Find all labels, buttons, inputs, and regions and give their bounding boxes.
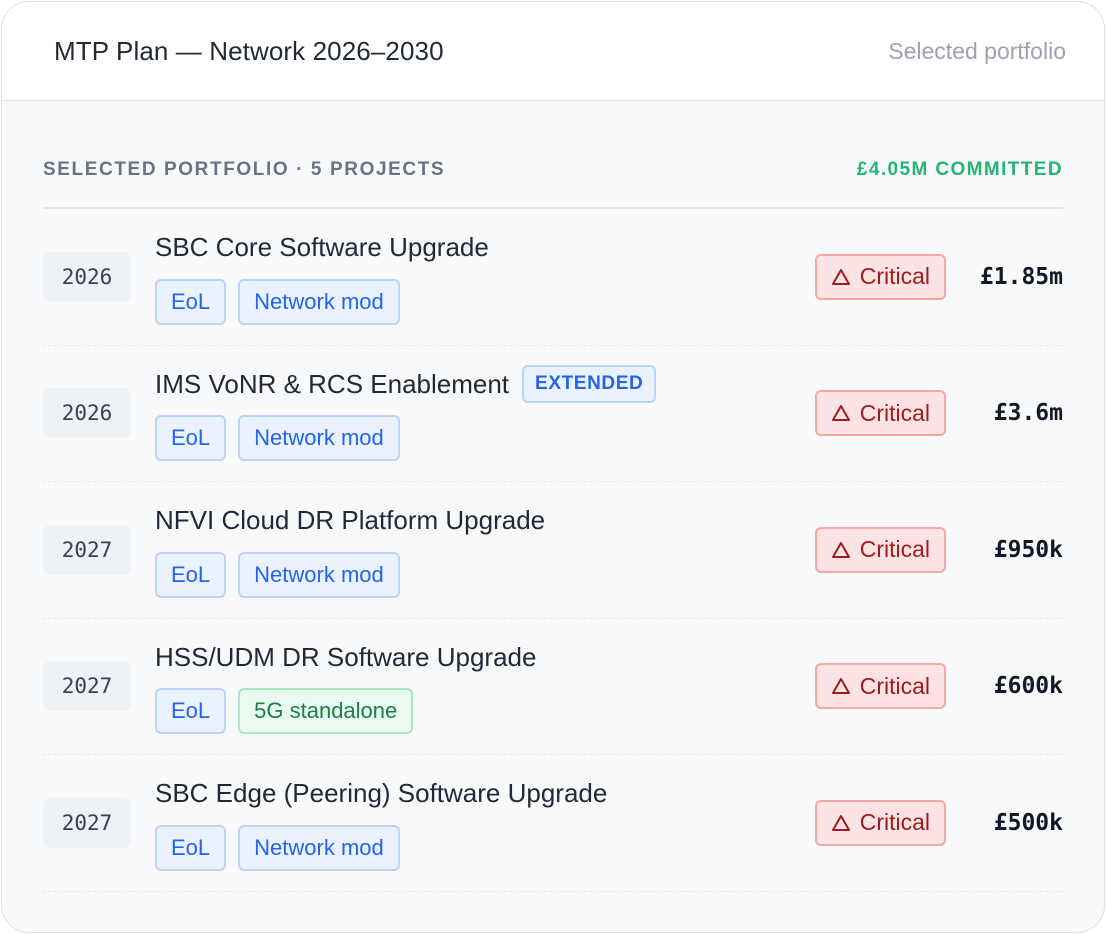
project-row[interactable]: 2026 SBC Core Software Upgrade EoL Networ… xyxy=(43,209,1063,346)
priority-badge: Critical xyxy=(814,390,946,437)
project-name: HSS/UDM DR Software Upgrade xyxy=(155,641,537,672)
project-meta: Critical £500k xyxy=(814,799,1063,846)
warning-triangle-icon xyxy=(831,676,851,696)
project-meta: Critical £600k xyxy=(814,663,1063,710)
priority-badge: Critical xyxy=(814,663,946,710)
project-name-line: IMS VoNR & RCS Enablement EXTENDED xyxy=(155,365,815,404)
project-tag: EoL xyxy=(155,415,227,462)
priority-badge: Critical xyxy=(814,253,946,300)
project-name-line: NFVI Cloud DR Platform Upgrade xyxy=(155,502,815,540)
project-tag: EoL xyxy=(155,278,227,325)
project-tag: Network mod xyxy=(238,824,400,871)
project-info: SBC Edge (Peering) Software Upgrade EoL N… xyxy=(155,775,815,871)
project-amount: £950k xyxy=(993,536,1063,563)
portfolio-count-label: SELECTED PORTFOLIO · 5 PROJECTS xyxy=(43,159,446,180)
project-year: 2027 xyxy=(43,797,131,848)
portfolio-card: MTP Plan — Network 2026–2030 Selected po… xyxy=(1,1,1105,933)
project-name-line: HSS/UDM DR Software Upgrade xyxy=(155,638,815,676)
project-tag: EoL xyxy=(155,688,227,735)
portfolio-context-label: Selected portfolio xyxy=(888,37,1066,64)
extended-badge: EXTENDED xyxy=(522,365,657,404)
project-info: SBC Core Software Upgrade EoL Network mod xyxy=(155,229,815,325)
card-header: MTP Plan — Network 2026–2030 Selected po… xyxy=(2,2,1104,101)
priority-label: Critical xyxy=(859,263,930,290)
project-name: IMS VoNR & RCS Enablement xyxy=(155,368,510,399)
project-amount: £1.85m xyxy=(979,263,1063,290)
priority-label: Critical xyxy=(859,536,930,563)
priority-label: Critical xyxy=(859,809,930,836)
project-meta: Critical £1.85m xyxy=(814,253,1063,300)
project-meta: Critical £3.6m xyxy=(814,390,1063,437)
project-row[interactable]: 2027 HSS/UDM DR Software Upgrade EoL 5G s… xyxy=(43,619,1063,755)
project-tags: EoL Network mod xyxy=(155,415,815,462)
project-info: IMS VoNR & RCS Enablement EXTENDED EoL Ne… xyxy=(155,365,815,462)
project-year: 2026 xyxy=(43,251,131,302)
page-title: MTP Plan — Network 2026–2030 xyxy=(54,35,444,66)
project-year: 2027 xyxy=(43,524,131,575)
project-tags: EoL Network mod xyxy=(155,278,815,325)
project-tags: EoL Network mod xyxy=(155,824,815,871)
priority-label: Critical xyxy=(859,399,930,426)
warning-triangle-icon xyxy=(831,813,851,833)
warning-triangle-icon xyxy=(831,540,851,560)
project-info: NFVI Cloud DR Platform Upgrade EoL Networ… xyxy=(155,502,815,598)
project-tag: Network mod xyxy=(238,415,400,462)
project-year: 2026 xyxy=(43,388,131,439)
portfolio-summary: SELECTED PORTFOLIO · 5 PROJECTS £4.05M C… xyxy=(43,101,1063,209)
project-tag: Network mod xyxy=(238,551,400,598)
project-list: 2026 SBC Core Software Upgrade EoL Networ… xyxy=(43,209,1063,892)
project-name: NFVI Cloud DR Platform Upgrade xyxy=(155,505,546,536)
project-amount: £500k xyxy=(993,809,1063,836)
project-amount: £3.6m xyxy=(993,400,1063,427)
card-body: SELECTED PORTFOLIO · 5 PROJECTS £4.05M C… xyxy=(2,101,1104,892)
project-tag: EoL xyxy=(155,824,227,871)
project-tag: EoL xyxy=(155,551,227,598)
priority-badge: Critical xyxy=(814,526,946,573)
project-name: SBC Edge (Peering) Software Upgrade xyxy=(155,778,608,809)
project-row[interactable]: 2026 IMS VoNR & RCS Enablement EXTENDED … xyxy=(43,346,1063,482)
project-name-line: SBC Core Software Upgrade xyxy=(155,229,815,267)
project-year: 2027 xyxy=(43,661,131,712)
warning-triangle-icon xyxy=(831,403,851,423)
priority-label: Critical xyxy=(859,672,930,699)
project-tags: EoL Network mod xyxy=(155,551,815,598)
priority-badge: Critical xyxy=(814,799,946,846)
project-tag: 5G standalone xyxy=(238,688,414,735)
project-name: SBC Core Software Upgrade xyxy=(155,232,489,263)
warning-triangle-icon xyxy=(831,267,851,287)
project-tag: Network mod xyxy=(238,278,400,325)
project-info: HSS/UDM DR Software Upgrade EoL 5G standa… xyxy=(155,638,815,735)
project-tags: EoL 5G standalone xyxy=(155,688,815,735)
project-meta: Critical £950k xyxy=(814,526,1063,573)
project-name-line: SBC Edge (Peering) Software Upgrade xyxy=(155,775,815,813)
project-amount: £600k xyxy=(993,673,1063,700)
project-row[interactable]: 2027 NFVI Cloud DR Platform Upgrade EoL N… xyxy=(43,482,1063,619)
committed-total: £4.05M COMMITTED xyxy=(856,159,1063,180)
project-row[interactable]: 2027 SBC Edge (Peering) Software Upgrade… xyxy=(43,755,1063,892)
